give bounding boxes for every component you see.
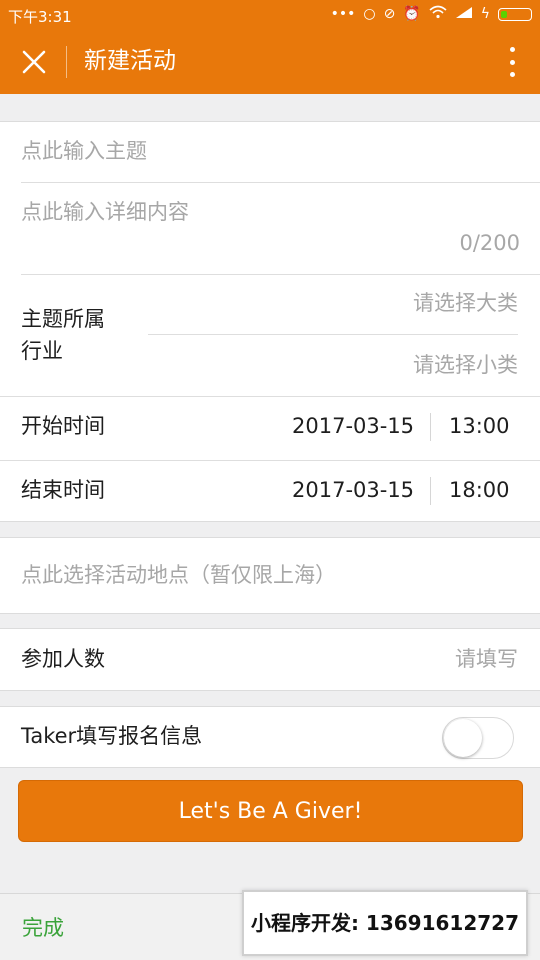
divider <box>430 477 431 505</box>
charging-icon: ϟ <box>480 6 490 22</box>
submit-button[interactable]: Let's Be A Giver! <box>18 780 523 842</box>
alarm-clock-icon: ⏰ <box>403 6 421 22</box>
toggle-knob <box>444 719 482 757</box>
location-card: 点此选择活动地点（暂仅限上海） <box>0 537 540 614</box>
page-title: 新建活动 <box>84 48 176 74</box>
signal-icon <box>455 6 473 23</box>
start-time-label: 开始时间 <box>21 414 105 438</box>
start-time-picker[interactable]: 13:00 <box>449 412 510 440</box>
participants-input[interactable]: 请填写 <box>455 645 518 673</box>
participants-card: 参加人数 请填写 <box>0 628 540 691</box>
close-icon <box>22 50 46 74</box>
taker-info-label: Taker填写报名信息 <box>21 724 203 748</box>
end-time-label: 结束时间 <box>21 478 105 502</box>
title-divider <box>66 46 67 78</box>
industry-minor-select[interactable]: 请选择小类 <box>413 351 518 379</box>
status-icons: ••• ○ ⊘ ⏰ ϟ <box>331 5 532 23</box>
status-time: 下午3:31 <box>8 8 72 26</box>
close-button[interactable] <box>16 44 52 80</box>
industry-label-line2: 行业 <box>21 339 63 363</box>
location-select[interactable]: 点此选择活动地点（暂仅限上海） <box>21 561 516 589</box>
dots-icon: ••• <box>330 6 356 22</box>
divider <box>430 413 431 441</box>
battery-icon <box>498 7 532 21</box>
promo-banner: 小程序开发: 13691612727 <box>242 890 528 956</box>
end-time-picker[interactable]: 18:00 <box>449 476 510 504</box>
participants-label: 参加人数 <box>21 647 105 671</box>
more-menu-button[interactable] <box>502 44 522 80</box>
done-button[interactable]: 完成 <box>22 914 64 942</box>
divider <box>0 460 540 461</box>
status-bar: 下午3:31 ••• ○ ⊘ ⏰ ϟ <box>0 0 540 30</box>
taker-info-toggle[interactable] <box>442 717 514 759</box>
industry-major-select[interactable]: 请选择大类 <box>413 289 518 317</box>
more-vertical-icon <box>509 47 515 52</box>
taker-info-card: Taker填写报名信息 <box>0 706 540 768</box>
activity-form-card: 点此输入主题 点此输入详细内容 0/200 主题所属 行业 请选择大类 请选择小… <box>0 121 540 522</box>
industry-label-line1: 主题所属 <box>21 307 105 331</box>
divider <box>0 396 540 397</box>
end-date-picker[interactable]: 2017-03-15 <box>292 476 414 504</box>
alarm-circle-icon: ○ <box>363 6 376 22</box>
divider <box>21 274 540 275</box>
topic-input[interactable]: 点此输入主题 <box>21 137 516 165</box>
start-date-picker[interactable]: 2017-03-15 <box>292 412 414 440</box>
detail-textarea[interactable]: 点此输入详细内容 <box>21 198 516 226</box>
divider <box>21 182 540 183</box>
detail-char-counter: 0/200 <box>459 231 520 255</box>
divider <box>148 334 518 335</box>
mute-icon: ⊘ <box>383 6 396 22</box>
wifi-icon <box>429 5 447 23</box>
app-bar: 新建活动 <box>0 30 540 94</box>
